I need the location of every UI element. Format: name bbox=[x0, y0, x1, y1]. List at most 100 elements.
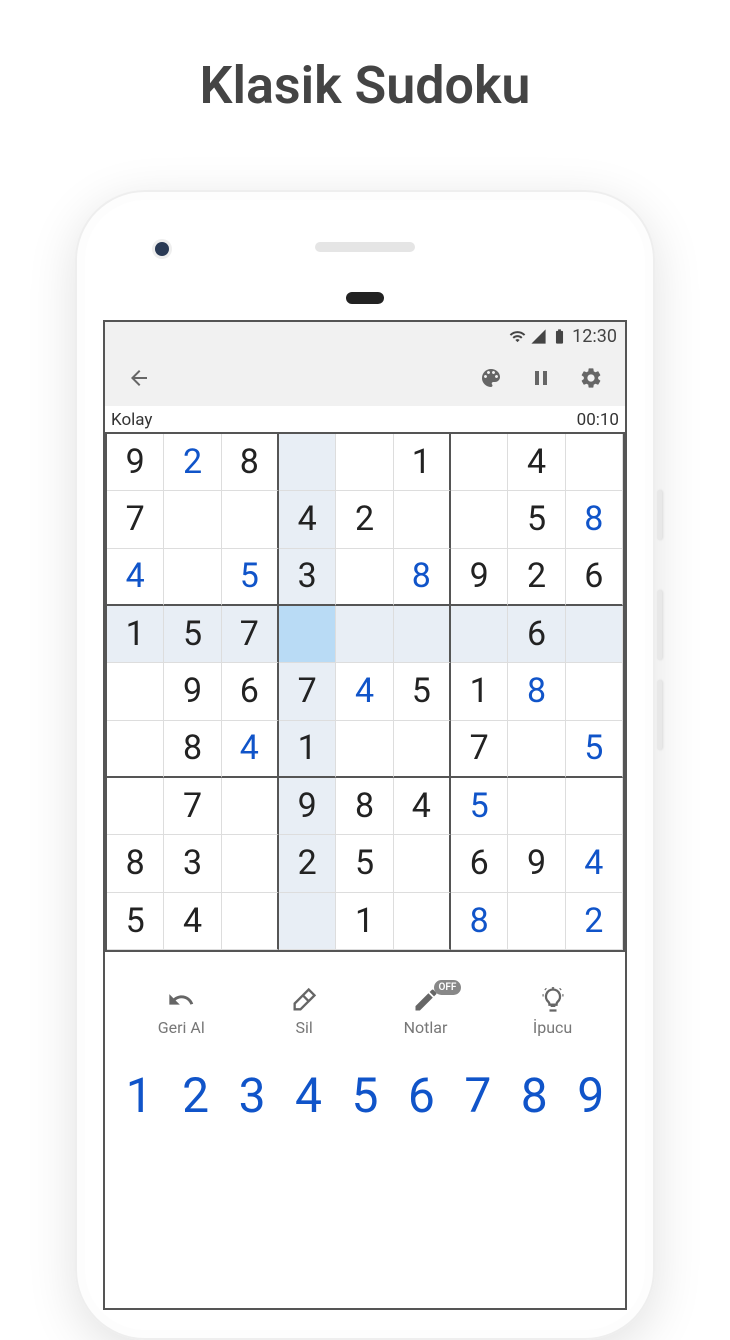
theme-button[interactable] bbox=[471, 358, 511, 398]
sudoku-cell[interactable]: 4 bbox=[508, 434, 565, 491]
sudoku-cell[interactable]: 9 bbox=[451, 549, 508, 606]
sudoku-cell[interactable]: 4 bbox=[394, 778, 451, 835]
sudoku-cell[interactable]: 6 bbox=[566, 549, 623, 606]
sudoku-cell[interactable]: 8 bbox=[336, 778, 393, 835]
sudoku-cell[interactable]: 9 bbox=[107, 434, 164, 491]
sudoku-cell[interactable]: 3 bbox=[279, 549, 336, 606]
sudoku-cell[interactable]: 2 bbox=[566, 893, 623, 950]
sudoku-cell[interactable]: 1 bbox=[336, 893, 393, 950]
sudoku-cell[interactable]: 8 bbox=[508, 663, 565, 720]
sudoku-cell[interactable] bbox=[107, 778, 164, 835]
undo-button[interactable]: Geri Al bbox=[158, 986, 205, 1037]
sudoku-cell[interactable] bbox=[566, 663, 623, 720]
sudoku-cell[interactable]: 3 bbox=[164, 835, 221, 892]
sudoku-cell[interactable]: 5 bbox=[451, 778, 508, 835]
sudoku-cell[interactable] bbox=[164, 549, 221, 606]
sudoku-cell[interactable]: 2 bbox=[508, 549, 565, 606]
sudoku-cell[interactable]: 7 bbox=[222, 606, 279, 663]
back-button[interactable] bbox=[119, 358, 159, 398]
sudoku-cell[interactable]: 7 bbox=[164, 778, 221, 835]
sudoku-cell[interactable] bbox=[566, 434, 623, 491]
sudoku-cell[interactable]: 5 bbox=[394, 663, 451, 720]
sudoku-cell[interactable] bbox=[394, 835, 451, 892]
sudoku-cell[interactable]: 1 bbox=[279, 721, 336, 778]
sudoku-cell[interactable] bbox=[508, 721, 565, 778]
erase-button[interactable]: Sil bbox=[290, 986, 318, 1037]
pause-button[interactable] bbox=[521, 358, 561, 398]
sudoku-cell[interactable]: 5 bbox=[508, 491, 565, 548]
sudoku-cell[interactable] bbox=[394, 491, 451, 548]
sudoku-cell[interactable]: 8 bbox=[394, 549, 451, 606]
sudoku-cell[interactable]: 1 bbox=[394, 434, 451, 491]
sudoku-cell[interactable]: 1 bbox=[107, 606, 164, 663]
sudoku-cell[interactable] bbox=[222, 491, 279, 548]
sudoku-cell[interactable]: 5 bbox=[336, 835, 393, 892]
sudoku-cell[interactable] bbox=[336, 606, 393, 663]
sudoku-cell[interactable]: 5 bbox=[107, 893, 164, 950]
sudoku-cell[interactable] bbox=[279, 606, 336, 663]
sudoku-cell[interactable] bbox=[451, 434, 508, 491]
sudoku-cell[interactable] bbox=[222, 835, 279, 892]
sudoku-cell[interactable]: 4 bbox=[336, 663, 393, 720]
number-key[interactable]: 3 bbox=[239, 1067, 266, 1124]
sudoku-cell[interactable]: 7 bbox=[451, 721, 508, 778]
sudoku-cell[interactable] bbox=[566, 778, 623, 835]
sudoku-cell[interactable] bbox=[508, 893, 565, 950]
sudoku-cell[interactable] bbox=[222, 778, 279, 835]
sudoku-cell[interactable]: 4 bbox=[164, 893, 221, 950]
sudoku-cell[interactable] bbox=[394, 721, 451, 778]
hint-button[interactable]: İpucu bbox=[533, 986, 572, 1037]
sudoku-cell[interactable]: 5 bbox=[164, 606, 221, 663]
sudoku-cell[interactable] bbox=[336, 721, 393, 778]
sudoku-cell[interactable] bbox=[336, 549, 393, 606]
sudoku-cell[interactable] bbox=[279, 893, 336, 950]
sudoku-cell[interactable] bbox=[107, 663, 164, 720]
number-key[interactable]: 6 bbox=[408, 1067, 435, 1124]
sudoku-cell[interactable]: 1 bbox=[451, 663, 508, 720]
number-key[interactable]: 4 bbox=[295, 1067, 322, 1124]
notes-button[interactable]: OFF Notlar bbox=[404, 986, 448, 1037]
sudoku-cell[interactable] bbox=[451, 606, 508, 663]
sudoku-cell[interactable] bbox=[107, 721, 164, 778]
number-key[interactable]: 8 bbox=[521, 1067, 548, 1124]
erase-label: Sil bbox=[296, 1018, 313, 1037]
sudoku-cell[interactable]: 2 bbox=[164, 434, 221, 491]
number-key[interactable]: 7 bbox=[464, 1067, 491, 1124]
sudoku-cell[interactable]: 5 bbox=[222, 549, 279, 606]
sudoku-cell[interactable]: 6 bbox=[222, 663, 279, 720]
sudoku-cell[interactable] bbox=[336, 434, 393, 491]
sudoku-cell[interactable] bbox=[451, 491, 508, 548]
sudoku-cell[interactable]: 4 bbox=[279, 491, 336, 548]
cellular-icon bbox=[530, 328, 547, 345]
sudoku-cell[interactable]: 9 bbox=[279, 778, 336, 835]
sudoku-cell[interactable] bbox=[508, 778, 565, 835]
sudoku-cell[interactable]: 8 bbox=[566, 491, 623, 548]
sudoku-cell[interactable] bbox=[394, 893, 451, 950]
sudoku-cell[interactable] bbox=[566, 606, 623, 663]
sudoku-cell[interactable]: 7 bbox=[107, 491, 164, 548]
sudoku-cell[interactable]: 2 bbox=[336, 491, 393, 548]
sudoku-cell[interactable] bbox=[222, 893, 279, 950]
sudoku-cell[interactable]: 9 bbox=[164, 663, 221, 720]
sudoku-cell[interactable]: 2 bbox=[279, 835, 336, 892]
sudoku-cell[interactable]: 8 bbox=[107, 835, 164, 892]
sudoku-cell[interactable]: 9 bbox=[508, 835, 565, 892]
number-key[interactable]: 5 bbox=[351, 1067, 378, 1124]
sudoku-cell[interactable]: 8 bbox=[451, 893, 508, 950]
number-key[interactable]: 1 bbox=[126, 1067, 153, 1124]
number-key[interactable]: 9 bbox=[577, 1067, 604, 1124]
sudoku-cell[interactable]: 6 bbox=[508, 606, 565, 663]
sudoku-cell[interactable]: 4 bbox=[566, 835, 623, 892]
sudoku-cell[interactable]: 8 bbox=[222, 434, 279, 491]
number-key[interactable]: 2 bbox=[182, 1067, 209, 1124]
sudoku-cell[interactable] bbox=[394, 606, 451, 663]
sudoku-cell[interactable] bbox=[279, 434, 336, 491]
sudoku-cell[interactable]: 4 bbox=[222, 721, 279, 778]
sudoku-cell[interactable]: 7 bbox=[279, 663, 336, 720]
settings-button[interactable] bbox=[571, 358, 611, 398]
sudoku-cell[interactable] bbox=[164, 491, 221, 548]
sudoku-cell[interactable]: 6 bbox=[451, 835, 508, 892]
sudoku-cell[interactable]: 8 bbox=[164, 721, 221, 778]
sudoku-cell[interactable]: 5 bbox=[566, 721, 623, 778]
sudoku-cell[interactable]: 4 bbox=[107, 549, 164, 606]
